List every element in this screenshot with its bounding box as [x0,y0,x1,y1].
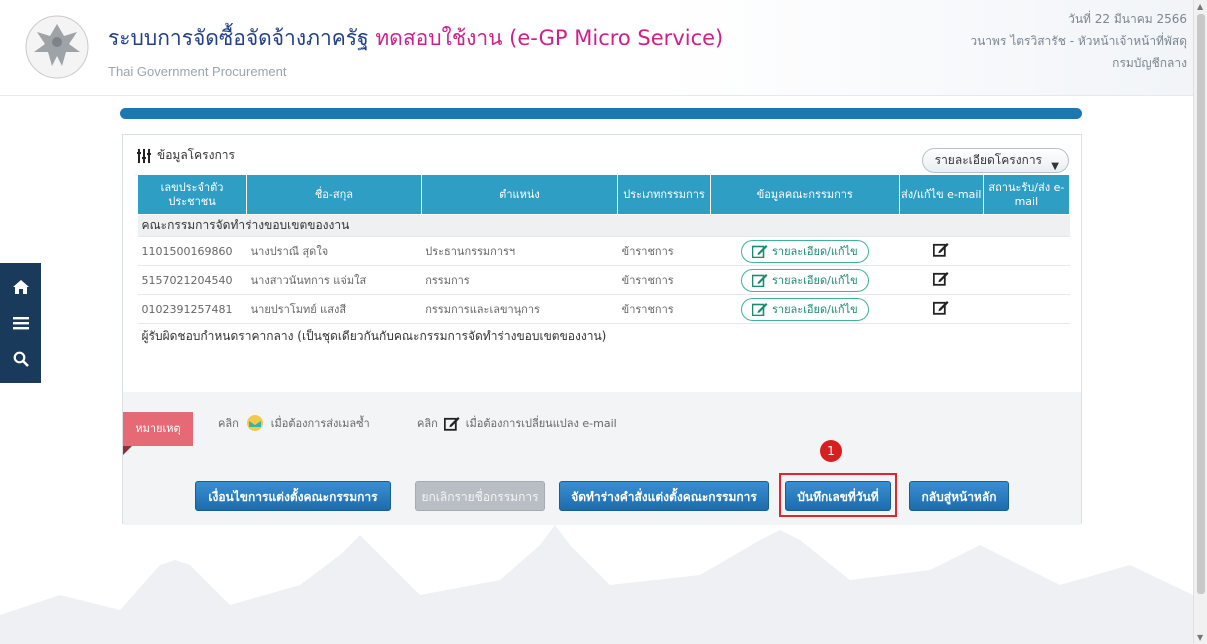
current-date: วันที่ 22 มีนาคม 2566 [1068,12,1187,26]
table-row: 1101500169860 นางปราณี สุดใจ ประธานกรรมก… [137,236,1070,266]
table-row: 5157021204540 นางสาวนันทการ แจ่มใส กรรมก… [137,265,1070,295]
col-committee-info: ข้อมูลคณะกรรมการ [709,174,900,215]
background-skyline [0,525,1193,644]
committee-table: เลขประจำตัวประชาชน ชื่อ-สกุล ตำแหน่ง ประ… [136,174,1071,350]
detail-edit-label: รายละเอียด/แก้ไข [771,245,858,258]
header: ระบบการจัดซื้อจัดจ้างภาครัฐ ทดสอบใช้งาน … [0,0,1207,96]
edit-email-icon[interactable] [933,300,949,315]
scroll-down-icon[interactable]: ▼ [1197,633,1203,642]
detail-edit-label: รายละเอียด/แก้ไข [771,274,858,287]
home-icon[interactable] [6,272,36,302]
cancel-committee-button[interactable]: ยกเลิกรายชื่อกรรมการ [415,481,545,511]
cell-position: กรรมการและเลขานุการ [421,294,618,324]
cell-id: 0102391257481 [137,294,247,324]
app-title: ระบบการจัดซื้อจัดจ้างภาครัฐ ทดสอบใช้งาน … [108,26,724,50]
detail-edit-button[interactable]: รายละเอียด/แก้ไข [740,268,869,292]
section-label: ผู้รับผิดชอบกำหนดราคากลาง (เป็นชุดเดียวก… [141,329,607,344]
cell-action: รายละเอียด/แก้ไข [710,294,900,324]
col-name: ชื่อ-สกุล [246,174,422,215]
project-detail-dropdown[interactable]: รายละเอียดโครงการ ▼ [921,148,1069,173]
cell-name: นางปราณี สุดใจ [246,236,422,266]
cell-type: ข้าราชการ [617,294,711,324]
user-info: วันที่ 22 มีนาคม 2566 วนาพร ไตรวิสารัช -… [970,8,1187,74]
col-id: เลขประจำตัวประชาชน [136,174,248,215]
cell-type: ข้าราชการ [617,265,711,295]
draft-order-button[interactable]: จัดทำร่างคำสั่งแต่งตั้งคณะกรรมการ [559,481,769,511]
section-row-price: ผู้รับผิดชอบกำหนดราคากลาง (เป็นชุดเดียวก… [138,324,1070,350]
detail-edit-button[interactable]: รายละเอียด/แก้ไข [740,297,869,321]
edit-icon [751,274,768,287]
cell-position: กรรมการ [421,265,618,295]
note-tag: หมายเหตุ [123,412,193,455]
table-header-row: เลขประจำตัวประชาชน ชื่อ-สกุล ตำแหน่ง ประ… [136,174,1071,215]
cell-name: นายปราโมทย์ แสงสี [246,294,422,324]
panel-header: ข้อมูลโครงการ รายละเอียดโครงการ ▼ [123,135,1081,175]
cell-id: 1101500169860 [137,236,247,266]
cell-id: 5157021204540 [137,265,247,295]
cell-email-edit [899,236,984,266]
search-icon[interactable] [6,344,36,374]
cell-email-edit [899,294,984,324]
panel-title: ข้อมูลโครงการ [137,146,235,165]
edit-email-icon[interactable] [933,271,949,286]
envelope-icon [246,415,263,431]
app-subtitle: Thai Government Procurement [108,64,287,79]
section-row: คณะกรรมการจัดทำร่างขอบเขตของงาน [137,214,1070,237]
step-badge: 1 [820,440,842,462]
cell-action: รายละเอียด/แก้ไข [710,236,900,266]
back-home-button[interactable]: กลับสู่หน้าหลัก [909,481,1009,511]
note-change-email: คลิก เมื่อต้องการเปลี่ยนแปลง e-mail [417,414,617,432]
table-row: 0102391257481 นายปราโมทย์ แสงสี กรรมการแ… [137,294,1070,324]
detail-edit-label: รายละเอียด/แก้ไข [771,303,858,316]
note-resend: คลิก เมื่อต้องการส่งเมลซ้ำ [218,414,370,432]
edit-icon [443,416,460,431]
user-name: วนาพร ไตรวิสารัช - หัวหน้าเจ้าหน้าที่พัส… [970,34,1187,48]
detail-edit-button[interactable]: รายละเอียด/แก้ไข [740,239,869,263]
progress-bar [120,108,1082,119]
scrollbar[interactable]: ▲ ▼ [1193,0,1207,644]
scroll-up-icon[interactable]: ▲ [1197,2,1203,11]
panel-title-text: ข้อมูลโครงการ [157,148,235,162]
menu-icon[interactable] [6,308,36,338]
section-label: คณะกรรมการจัดทำร่างขอบเขตของงาน [137,214,1070,237]
col-email-edit: ส่ง/แก้ไข e-mail [898,174,984,215]
save-number-date-button[interactable]: บันทึกเลขที่วันที่ [785,481,891,511]
edit-icon [751,245,768,258]
edit-icon [751,303,768,316]
col-email-status: สถานะรับ/ส่ง e-mail [982,174,1071,215]
note-click-label: คลิก [417,417,438,430]
cell-email-status [983,265,1070,295]
amend-committee-button[interactable]: เงื่อนไขการแต่งตั้งคณะกรรมการ [195,481,391,511]
note-resend-text: เมื่อต้องการส่งเมลซ้ำ [270,417,370,430]
cell-email-edit [899,265,984,295]
note-change-email-text: เมื่อต้องการเปลี่ยนแปลง e-mail [465,417,617,430]
side-nav [0,263,41,383]
scroll-thumb[interactable] [1197,14,1205,594]
col-type: ประเภทกรรมการ [617,174,711,215]
cell-email-status [983,236,1070,266]
cell-email-status [983,294,1070,324]
cell-action: รายละเอียด/แก้ไข [710,265,900,295]
cell-name: นางสาวนันทการ แจ่มใส [246,265,422,295]
garuda-emblem-icon [25,15,89,79]
user-department: กรมบัญชีกลาง [1112,56,1187,70]
note-click-label: คลิก [218,417,239,430]
project-detail-label: รายละเอียดโครงการ [934,153,1042,167]
cell-position: ประธานกรรมการฯ [421,236,618,266]
trial-label: ทดสอบใช้งาน (e-GP Micro Service) [375,26,724,50]
project-panel: ข้อมูลโครงการ รายละเอียดโครงการ ▼ เลขประ… [122,134,1082,525]
col-position: ตำแหน่ง [420,174,619,215]
sliders-icon [137,148,151,163]
cell-type: ข้าราชการ [617,236,711,266]
edit-email-icon[interactable] [933,242,949,257]
